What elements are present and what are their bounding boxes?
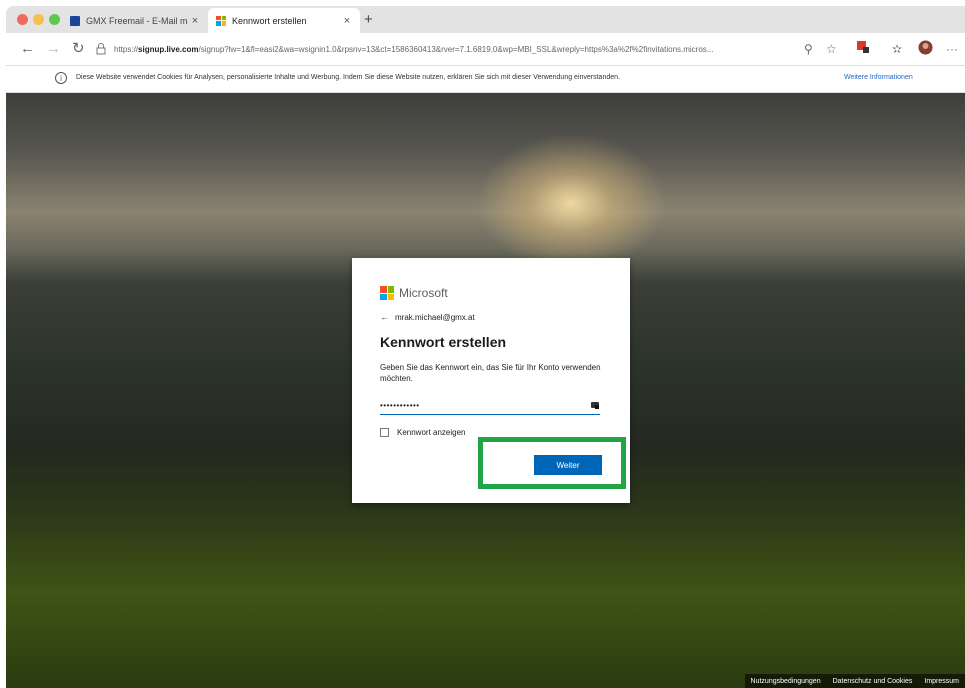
refresh-icon[interactable]: ↻ [72, 40, 85, 58]
url-path: /signup?lw=1&fl=easi2&wa=wsignin1.0&rpsn… [198, 44, 714, 54]
maximize-window-button[interactable] [49, 14, 60, 25]
back-arrow-icon[interactable]: ← [20, 40, 35, 58]
brand-name: Microsoft [399, 286, 448, 300]
browser-toolbar: ← → ↻ https://signup.live.com/signup?lw=… [6, 33, 965, 66]
url-text: https://signup.live.com/signup?lw=1&fl=e… [114, 45, 713, 54]
account-email: mrak.michael@gmx.at [395, 312, 475, 322]
url-prefix: https:// [114, 44, 139, 54]
cookie-notice: i Diese Website verwendet Cookies für An… [6, 66, 965, 93]
tab-label: GMX Freemail - E-Mail made in [86, 15, 188, 26]
highlight-box [478, 437, 626, 489]
back-arrow-icon: ← [380, 312, 389, 322]
info-icon: i [55, 72, 67, 84]
close-tab-icon[interactable]: × [188, 15, 202, 27]
page-footer: Nutzungsbedingungen Datenschutz und Cook… [744, 674, 965, 688]
lock-icon [96, 43, 106, 55]
more-information-link[interactable]: Weitere Informationen [844, 74, 913, 81]
microsoft-logo-icon [380, 286, 394, 300]
microsoft-brand: Microsoft [380, 286, 448, 300]
checkbox-box[interactable] [380, 428, 389, 437]
search-icon[interactable]: ⚲ [804, 42, 813, 56]
privacy-cookies-link[interactable]: Datenschutz und Cookies [833, 678, 913, 685]
microsoft-favicon-icon [216, 15, 226, 26]
tab-gmx[interactable]: GMX Freemail - E-Mail made in × [62, 8, 208, 33]
password-input[interactable]: •••••••••••• [380, 396, 600, 415]
gmx-favicon-icon [70, 15, 80, 26]
profile-avatar[interactable] [918, 40, 933, 58]
more-menu-icon[interactable]: ··· [946, 42, 958, 56]
dialog-title: Kennwort erstellen [380, 334, 507, 350]
password-value: •••••••••••• [380, 400, 420, 410]
close-tab-icon[interactable]: × [340, 15, 354, 27]
show-password-label: Kennwort anzeigen [397, 428, 466, 437]
cookie-notice-text: Diese Website verwendet Cookies für Anal… [76, 74, 620, 81]
back-to-email-button[interactable]: ← mrak.michael@gmx.at [380, 312, 475, 322]
close-window-button[interactable] [17, 14, 28, 25]
new-tab-button[interactable]: + [364, 12, 373, 27]
terms-link[interactable]: Nutzungsbedingungen [751, 678, 821, 685]
tab-kennwort-erstellen[interactable]: Kennwort erstellen × [208, 8, 360, 33]
sun-glow [476, 133, 666, 273]
extension-icon[interactable] [856, 40, 870, 57]
url-host: signup.live.com [138, 44, 199, 54]
favorite-star-icon[interactable]: ☆ [826, 42, 837, 56]
forward-arrow-icon[interactable]: → [46, 40, 61, 58]
favorites-icon[interactable]: ✫ [892, 42, 902, 56]
show-password-checkbox[interactable]: Kennwort anzeigen [380, 428, 466, 437]
tab-label: Kennwort erstellen [232, 15, 307, 26]
tab-bar: GMX Freemail - E-Mail made in × Kennwort… [6, 6, 965, 33]
address-bar[interactable]: https://signup.live.com/signup?lw=1&fl=e… [94, 39, 819, 59]
imprint-link[interactable]: Impressum [924, 678, 959, 685]
password-manager-key-icon[interactable] [590, 400, 600, 410]
dialog-description: Geben Sie das Kennwort ein, das Sie für … [380, 363, 601, 383]
minimize-window-button[interactable] [33, 14, 44, 25]
